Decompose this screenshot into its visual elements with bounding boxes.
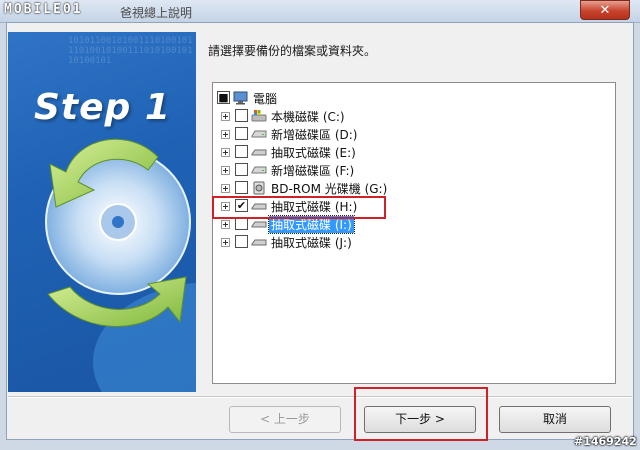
root-checkbox[interactable]: ■: [217, 91, 230, 104]
tree-item-label: 新增磁碟區 (F:): [271, 164, 355, 178]
disc-arrows-illustration: [45, 138, 196, 392]
drive-checkbox[interactable]: [235, 127, 248, 140]
drive-checkbox[interactable]: [235, 145, 248, 158]
cancel-button[interactable]: 取消: [499, 406, 611, 433]
tree-item-label: 電腦: [253, 92, 278, 106]
hard-drive-icon: [251, 130, 267, 138]
optical-drive-icon: [253, 181, 265, 195]
instruction-text: 請選擇要備份的檔案或資料夾。: [208, 44, 377, 58]
tree-item-label: 抽取式磁碟 (E:): [271, 146, 356, 160]
drive-checkbox[interactable]: [235, 235, 248, 248]
annotation-highlight-next-button: [354, 387, 488, 441]
computer-icon: [233, 91, 248, 105]
watermark-id: #1469242: [574, 435, 637, 448]
expand-icon[interactable]: [221, 166, 230, 175]
expand-icon[interactable]: [221, 238, 230, 247]
close-button[interactable]: ✕: [580, 0, 630, 20]
brand-logo: MOBILE01: [4, 2, 83, 17]
back-button[interactable]: < 上一步: [229, 406, 341, 433]
tree-item-label: 本機磁碟 (C:): [271, 110, 345, 124]
expand-icon[interactable]: [221, 130, 230, 139]
tree-item-label: BD-ROM 光碟機 (G:): [271, 182, 388, 196]
annotation-highlight-drive-h: [212, 196, 386, 219]
tree-item-label: 新增磁碟區 (D:): [271, 128, 358, 142]
expand-icon[interactable]: [221, 112, 230, 121]
drive-tree[interactable]: ■ 電腦 本機磁碟 (C:) 新增磁碟區 (D:) 抽取式磁碟 (E:) 新增磁…: [212, 82, 616, 384]
removable-drive-icon: [251, 239, 267, 246]
expand-icon[interactable]: [221, 148, 230, 157]
removable-drive-icon: [251, 149, 267, 156]
drive-checkbox[interactable]: [235, 163, 248, 176]
title-bar: MOBILE01 爸視總上說明 ✕: [0, 0, 640, 23]
step-artwork: 1010110010100111010010111010010100111010…: [8, 32, 196, 392]
tree-item-label: 抽取式磁碟 (J:): [271, 236, 352, 250]
step-title: Step 1: [34, 87, 171, 128]
windows-drive-icon: [251, 110, 267, 122]
drive-checkbox[interactable]: [235, 109, 248, 122]
button-divider: [8, 396, 632, 398]
expand-icon[interactable]: [221, 220, 230, 229]
drive-checkbox[interactable]: [235, 181, 248, 194]
hard-drive-icon: [251, 166, 267, 174]
window-title: 爸視總上說明: [120, 6, 193, 20]
removable-drive-icon: [251, 221, 267, 228]
expand-icon[interactable]: [221, 184, 230, 193]
